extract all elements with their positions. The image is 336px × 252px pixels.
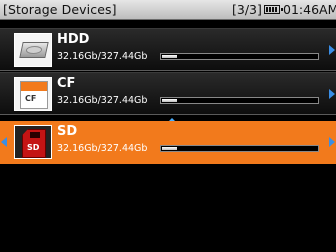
usage-bar <box>160 145 319 152</box>
clock-time: 01:46AM <box>283 2 336 17</box>
device-name: CF <box>57 76 76 91</box>
arrow-right-icon[interactable] <box>329 89 335 99</box>
battery-icon <box>264 5 283 14</box>
device-usage: 32.16Gb/327.44Gb <box>57 51 148 62</box>
device-name: SD <box>57 124 78 139</box>
device-name: HDD <box>57 32 90 47</box>
usage-bar-fill <box>162 99 178 102</box>
screen-title: [Storage Devices] <box>3 2 117 17</box>
usage-bar-fill <box>162 55 178 58</box>
device-usage: 32.16Gb/327.44Gb <box>57 95 148 106</box>
device-row-hdd[interactable]: HDD 32.16Gb/327.44Gb <box>0 28 336 71</box>
device-count: [3/3] <box>232 2 262 17</box>
cf-card-icon: CF <box>14 77 52 111</box>
sd-card-icon: SD <box>14 125 52 159</box>
device-row-cf[interactable]: CF CF 32.16Gb/327.44Gb <box>0 72 336 115</box>
hard-disk-icon <box>14 33 52 67</box>
arrow-right-icon[interactable] <box>329 137 335 147</box>
arrow-right-icon[interactable] <box>329 45 335 55</box>
title-bar: [Storage Devices] [3/3] 01:46AM <box>0 0 336 20</box>
arrow-left-icon[interactable] <box>1 137 7 147</box>
device-usage: 32.16Gb/327.44Gb <box>57 143 148 154</box>
device-row-sd[interactable]: SD SD 32.16Gb/327.44Gb <box>0 121 336 164</box>
usage-bar <box>160 97 319 104</box>
usage-bar-fill <box>162 147 178 150</box>
usage-bar <box>160 53 319 60</box>
